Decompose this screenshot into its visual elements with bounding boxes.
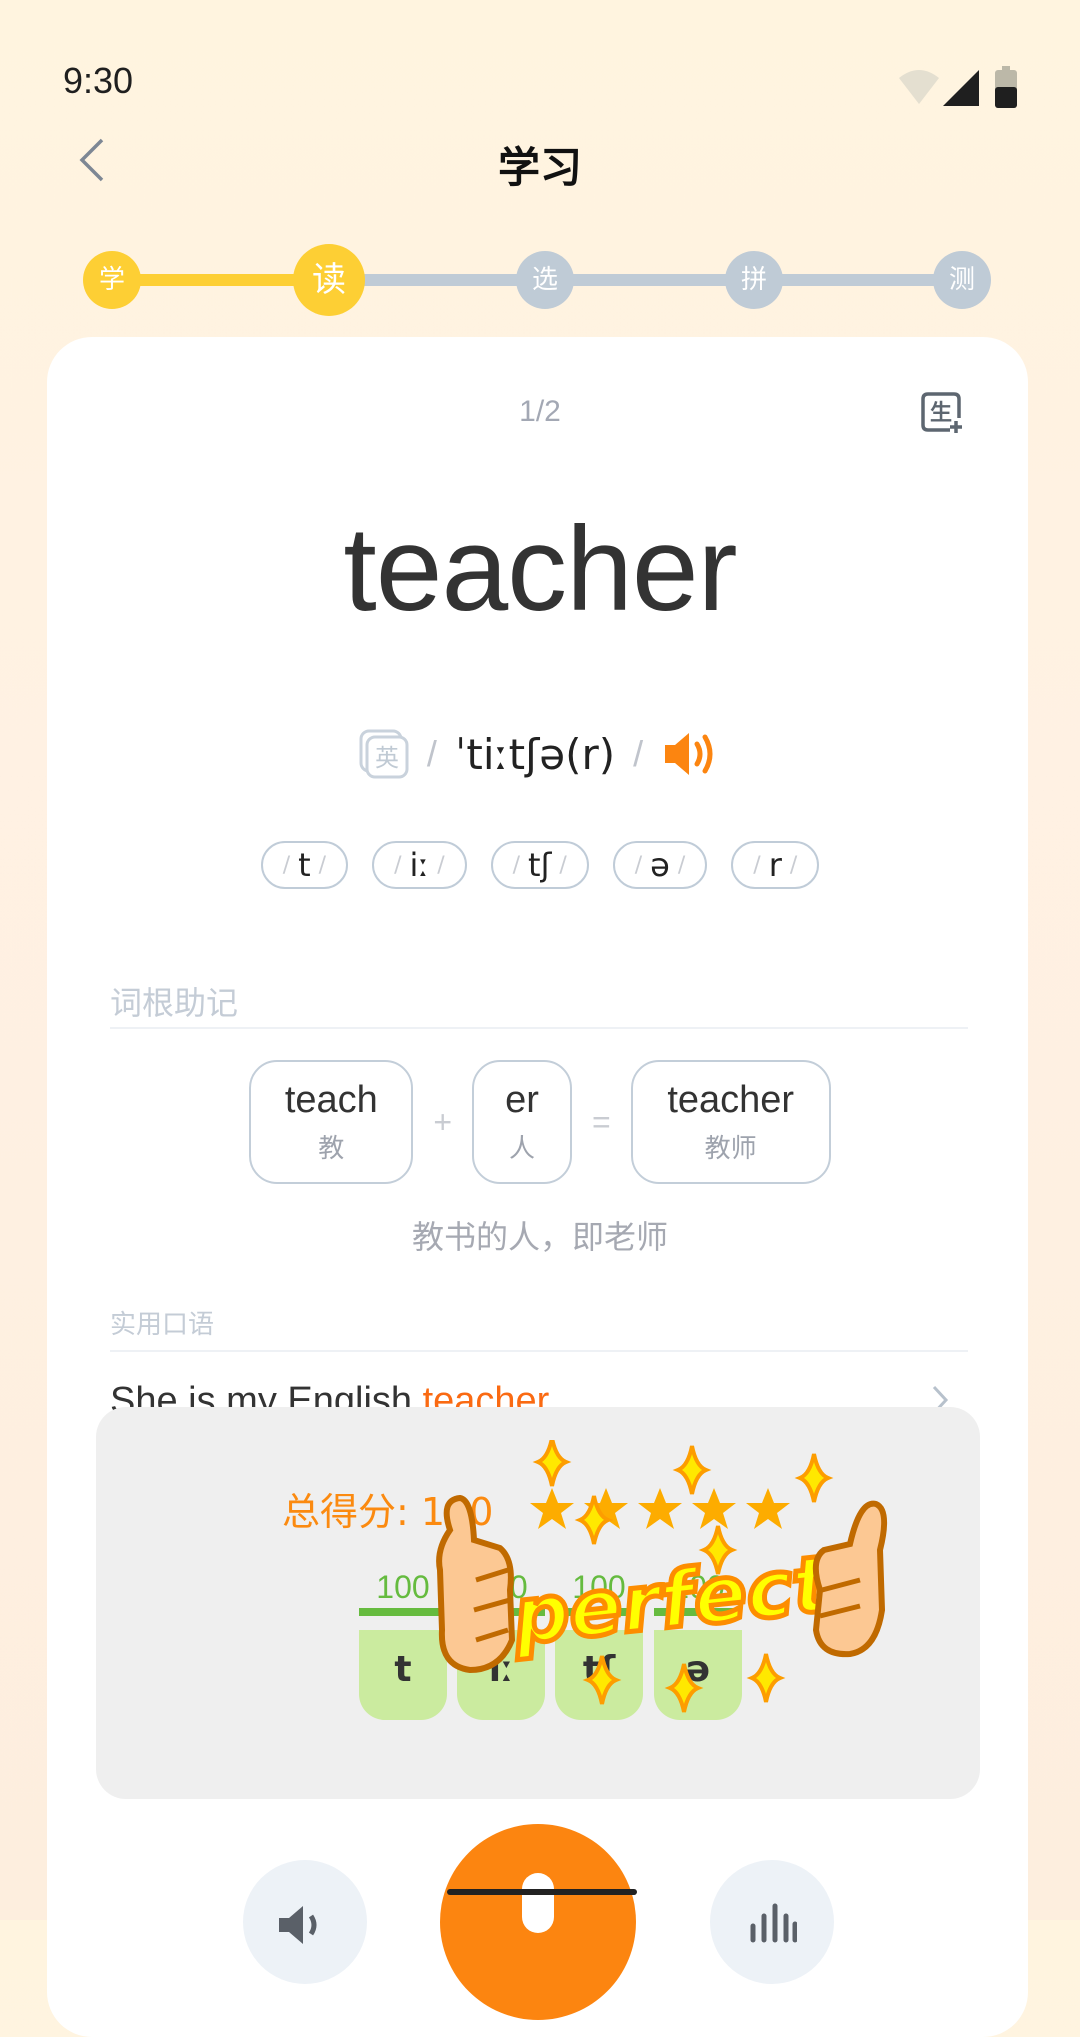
sparkle-icon [536, 1440, 568, 1488]
replay-button[interactable] [243, 1860, 367, 1984]
svg-text:生: 生 [930, 401, 952, 426]
sparkle-icon [750, 1652, 782, 1704]
star-icon [746, 1488, 790, 1529]
root-part: er 人 [472, 1060, 572, 1184]
perfect-text: perfect! [508, 1536, 870, 1663]
battery-icon [995, 66, 1017, 108]
waveform-icon [750, 1903, 797, 1943]
playback-recording-button[interactable] [710, 1860, 834, 1984]
accent-badge-icon[interactable]: 英 [359, 729, 409, 779]
perfect-celebration: perfect! [436, 1440, 888, 1714]
equals-sign: = [592, 1103, 611, 1140]
step-spell[interactable]: 拼 [725, 251, 783, 309]
root-result: teacher 教师 [630, 1060, 831, 1184]
root-part: teach 教 [249, 1060, 414, 1184]
root-section-label: 词根助记 [110, 984, 239, 1022]
sparkle-icon [676, 1444, 708, 1496]
plus-sign: + [433, 1103, 452, 1140]
word-text: teacher [343, 502, 737, 636]
phoneme-chip[interactable]: / iː / [372, 841, 467, 889]
record-indicator-bar [447, 1889, 637, 1895]
thumbs-up-right-icon [812, 1500, 888, 1658]
microphone-icon [522, 1873, 554, 1933]
phoneme-chip[interactable]: / tʃ / [490, 841, 589, 889]
step-read[interactable]: 读 [293, 244, 365, 316]
step-choose[interactable]: 选 [516, 251, 574, 309]
phonetic-text: ˈtiːtʃə(r) [454, 729, 616, 779]
word-counter: 1/2 [519, 395, 561, 428]
star-icon [530, 1488, 574, 1529]
phoneme-chips: / t / / iː / / tʃ / / ə / / r / [0, 841, 1080, 889]
wifi-icon [899, 70, 939, 104]
speaker-icon [279, 1906, 317, 1944]
star-icon [692, 1488, 736, 1529]
add-to-vocab-icon[interactable]: 生 [920, 390, 964, 434]
stepper-track-todo [360, 274, 960, 286]
sparkle-icon [586, 1654, 618, 1706]
status-time: 9:30 [63, 60, 134, 101]
root-breakdown: teach 教 + er 人 = teacher 教师 [0, 1060, 1080, 1184]
svg-text:英: 英 [375, 744, 399, 772]
step-learn[interactable]: 学 [83, 251, 141, 309]
phonetic-slash-open: / [426, 733, 437, 774]
speaker-icon[interactable] [661, 729, 721, 779]
phonetic-slash-close: / [633, 733, 644, 774]
star-icon [638, 1488, 682, 1529]
phoneme-chip[interactable]: / ə / [612, 841, 708, 889]
spoken-section-label: 实用口语 [110, 1310, 215, 1340]
phoneme-chip[interactable]: / r / [731, 841, 820, 889]
example-sentence[interactable]: She is my English teacher [110, 1380, 549, 1410]
step-test[interactable]: 测 [933, 251, 991, 309]
root-explanation: 教书的人，即老师 [411, 1218, 668, 1256]
phonetic-row: 英 / ˈtiːtʃə(r) / [0, 722, 1080, 786]
spoken-divider [110, 1350, 968, 1352]
phoneme-chip[interactable]: / t / [260, 841, 349, 889]
signal-icon [943, 70, 979, 106]
thumbs-up-left-icon [436, 1494, 516, 1674]
rating-stars [530, 1488, 790, 1529]
page-title: 学习 [497, 144, 582, 191]
root-divider [110, 1027, 968, 1029]
sparkle-icon [798, 1452, 830, 1504]
sparkle-icon [668, 1662, 700, 1714]
